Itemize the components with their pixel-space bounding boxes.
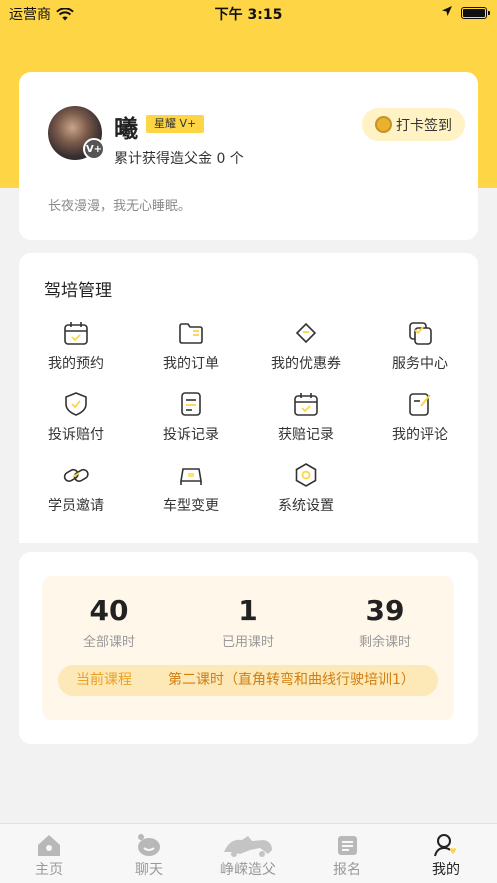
fund-count: 累计获得造父金 0 个: [114, 151, 244, 167]
stat-value: 1: [238, 594, 258, 627]
signup-icon: [338, 836, 357, 855]
service-icon: [409, 322, 432, 345]
avatar-vip-badge: V+: [83, 138, 105, 160]
tab-label: 峥嵘造父: [220, 862, 276, 878]
stat-value: 39: [365, 594, 405, 627]
chat-icon: [138, 834, 160, 856]
stat-total-hours: 40 全部课时: [49, 594, 169, 650]
tab-label: 我的: [432, 862, 460, 878]
tab-home[interactable]: 主页: [4, 832, 94, 879]
vip-level-tag: 星耀 V+: [146, 115, 205, 133]
horse-logo-icon: [224, 836, 272, 857]
home-icon: [38, 835, 60, 856]
menu-item-my-reviews[interactable]: 我的评论: [365, 390, 475, 444]
menu-item-coupons[interactable]: 我的优惠券: [251, 319, 361, 373]
battery-icon: [461, 7, 490, 19]
profile-card: V+ 曦 星耀 V+ 累计获得造父金 0 个 打卡签到 长夜漫漫，我无心睡眠。: [19, 72, 478, 240]
location-arrow-icon: [442, 6, 452, 16]
stat-used-hours: 1 已用课时: [188, 594, 308, 650]
menu-item-complaint-records[interactable]: 投诉记录: [136, 390, 246, 444]
menu-item-compensation-records[interactable]: 获赔记录: [251, 390, 361, 444]
menu-item-label: 系统设置: [278, 498, 334, 514]
stat-label: 全部课时: [82, 635, 135, 650]
menu-item-label: 获赔记录: [278, 427, 334, 443]
stat-label: 剩余课时: [358, 635, 411, 650]
settings-icon: [295, 463, 317, 487]
section-title: 驾培管理: [44, 281, 112, 301]
status-bar: 运营商 下午 3:15: [0, 0, 497, 26]
tab-signup[interactable]: 报名: [302, 832, 392, 879]
tab-label: 报名: [333, 862, 361, 878]
menu-item-system-settings[interactable]: 系统设置: [251, 461, 361, 515]
menu-item-label: 我的优惠券: [271, 356, 341, 372]
menu-item-label: 我的订单: [163, 356, 219, 372]
driving-management-card: 驾培管理 我的预约 我的订单 我的优惠券 服务中心 投诉赔付 投诉记录 获赔记录…: [19, 253, 478, 543]
menu-item-student-invite[interactable]: 学员邀请: [21, 461, 131, 515]
edit-icon: [409, 393, 431, 416]
menu-item-label: 我的预约: [48, 356, 104, 372]
tab-label: 聊天: [135, 862, 163, 878]
lesson-stats-card: 40 全部课时 1 已用课时 39 剩余课时 当前课程 第二课时（直角转弯和曲线…: [19, 552, 478, 744]
ticket-icon: [295, 322, 317, 344]
menu-item-label: 我的评论: [392, 427, 448, 443]
checkin-button[interactable]: 打卡签到: [362, 108, 465, 141]
shield-icon: [65, 392, 87, 416]
menu-item-label: 投诉记录: [163, 427, 219, 443]
bottom-tab-bar: 主页 聊天 峥嵘造父 报名 我的: [0, 823, 497, 883]
current-course-value: 第二课时（直角转弯和曲线行驶培训1）: [168, 672, 415, 688]
folder-icon: [179, 323, 203, 344]
stat-value: 40: [89, 594, 129, 627]
tab-chat[interactable]: 聊天: [104, 832, 194, 879]
menu-item-orders[interactable]: 我的订单: [136, 319, 246, 373]
menu-item-label: 服务中心: [392, 356, 448, 372]
menu-item-label: 车型变更: [163, 498, 219, 514]
document-icon: [181, 392, 201, 416]
menu-item-label: 投诉赔付: [48, 427, 104, 443]
link-icon: [63, 468, 89, 482]
profile-icon: [434, 834, 456, 857]
stat-label: 已用课时: [221, 635, 274, 650]
tab-mine[interactable]: 我的: [401, 832, 491, 879]
status-time: 下午 3:15: [214, 7, 283, 23]
calendar-icon: [64, 322, 88, 345]
tab-label: 主页: [35, 862, 63, 878]
stat-remaining-hours: 39 剩余课时: [325, 594, 445, 650]
current-course-key: 当前课程: [76, 672, 132, 688]
username: 曦: [114, 115, 138, 143]
lesson-stats-panel: 40 全部课时 1 已用课时 39 剩余课时 当前课程 第二课时（直角转弯和曲线…: [42, 576, 454, 720]
menu-item-label: 学员邀请: [48, 498, 104, 514]
tab-zhengrong-zaofu[interactable]: 峥嵘造父: [203, 832, 293, 879]
coin-icon: [375, 116, 392, 133]
menu-item-car-type-change[interactable]: 车型变更: [136, 461, 246, 515]
menu-item-appointments[interactable]: 我的预约: [21, 319, 131, 373]
menu-item-service-center[interactable]: 服务中心: [365, 319, 475, 373]
current-course-bar[interactable]: 当前课程 第二课时（直角转弯和曲线行驶培训1）: [58, 665, 438, 696]
car-icon: [180, 468, 202, 485]
calendar-check-icon: [294, 393, 318, 416]
checkin-label: 打卡签到: [396, 117, 452, 134]
menu-item-complaint-compensation[interactable]: 投诉赔付: [21, 390, 131, 444]
user-motto: 长夜漫漫，我无心睡眠。: [48, 199, 192, 214]
